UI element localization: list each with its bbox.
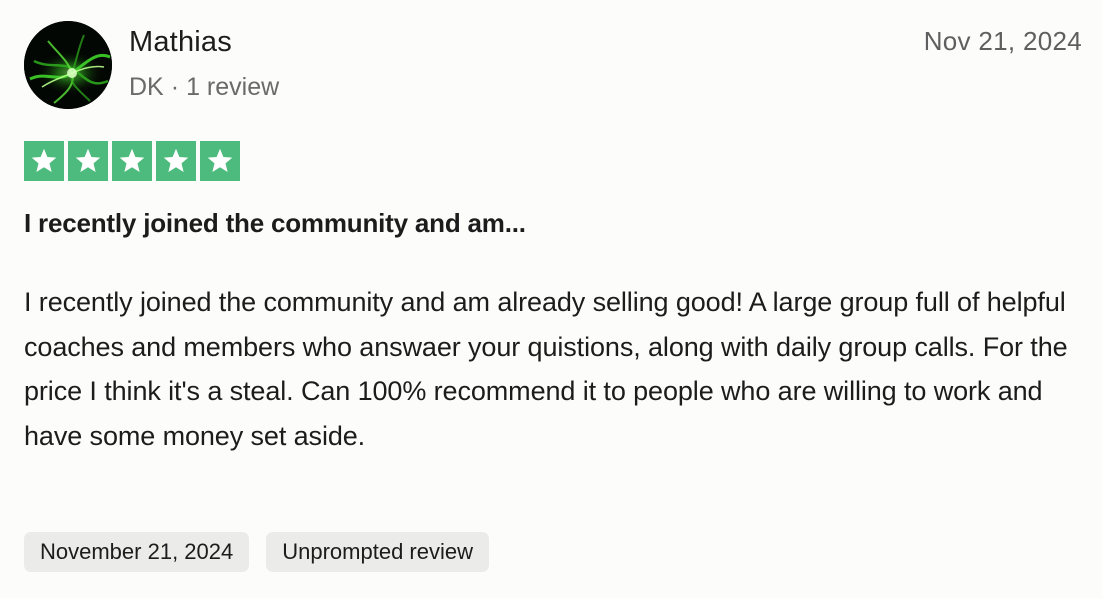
avatar-image bbox=[24, 21, 112, 109]
avatar[interactable] bbox=[24, 21, 112, 109]
reviewer-country: DK bbox=[129, 73, 164, 101]
star-box bbox=[112, 141, 152, 181]
reviewer-review-count[interactable]: 1 review bbox=[186, 73, 279, 101]
review-body: I recently joined the community and am a… bbox=[24, 287, 1068, 451]
review-card: Mathias DK · 1 review Nov 21, 2024 I recen… bbox=[0, 0, 1102, 598]
meta-separator: · bbox=[170, 73, 180, 101]
review-title[interactable]: I recently joined the community and am..… bbox=[24, 205, 526, 241]
star-box bbox=[68, 141, 108, 181]
star-box bbox=[156, 141, 196, 181]
star-box bbox=[200, 141, 240, 181]
star-icon bbox=[31, 148, 57, 172]
review-date: Nov 21, 2024 bbox=[923, 26, 1082, 56]
star-icon bbox=[119, 148, 145, 172]
reviewer-name[interactable]: Mathias bbox=[129, 24, 232, 60]
star-icon bbox=[207, 148, 233, 172]
review-type-tag[interactable]: Unprompted review bbox=[266, 532, 489, 572]
review-tags: November 21, 2024 Unprompted review bbox=[24, 532, 489, 572]
star-icon bbox=[163, 148, 189, 172]
star-icon bbox=[75, 148, 101, 172]
star-box bbox=[24, 141, 64, 181]
reviewer-meta: DK · 1 review bbox=[129, 70, 279, 104]
experience-date-tag: November 21, 2024 bbox=[24, 532, 250, 572]
star-rating bbox=[24, 141, 240, 181]
